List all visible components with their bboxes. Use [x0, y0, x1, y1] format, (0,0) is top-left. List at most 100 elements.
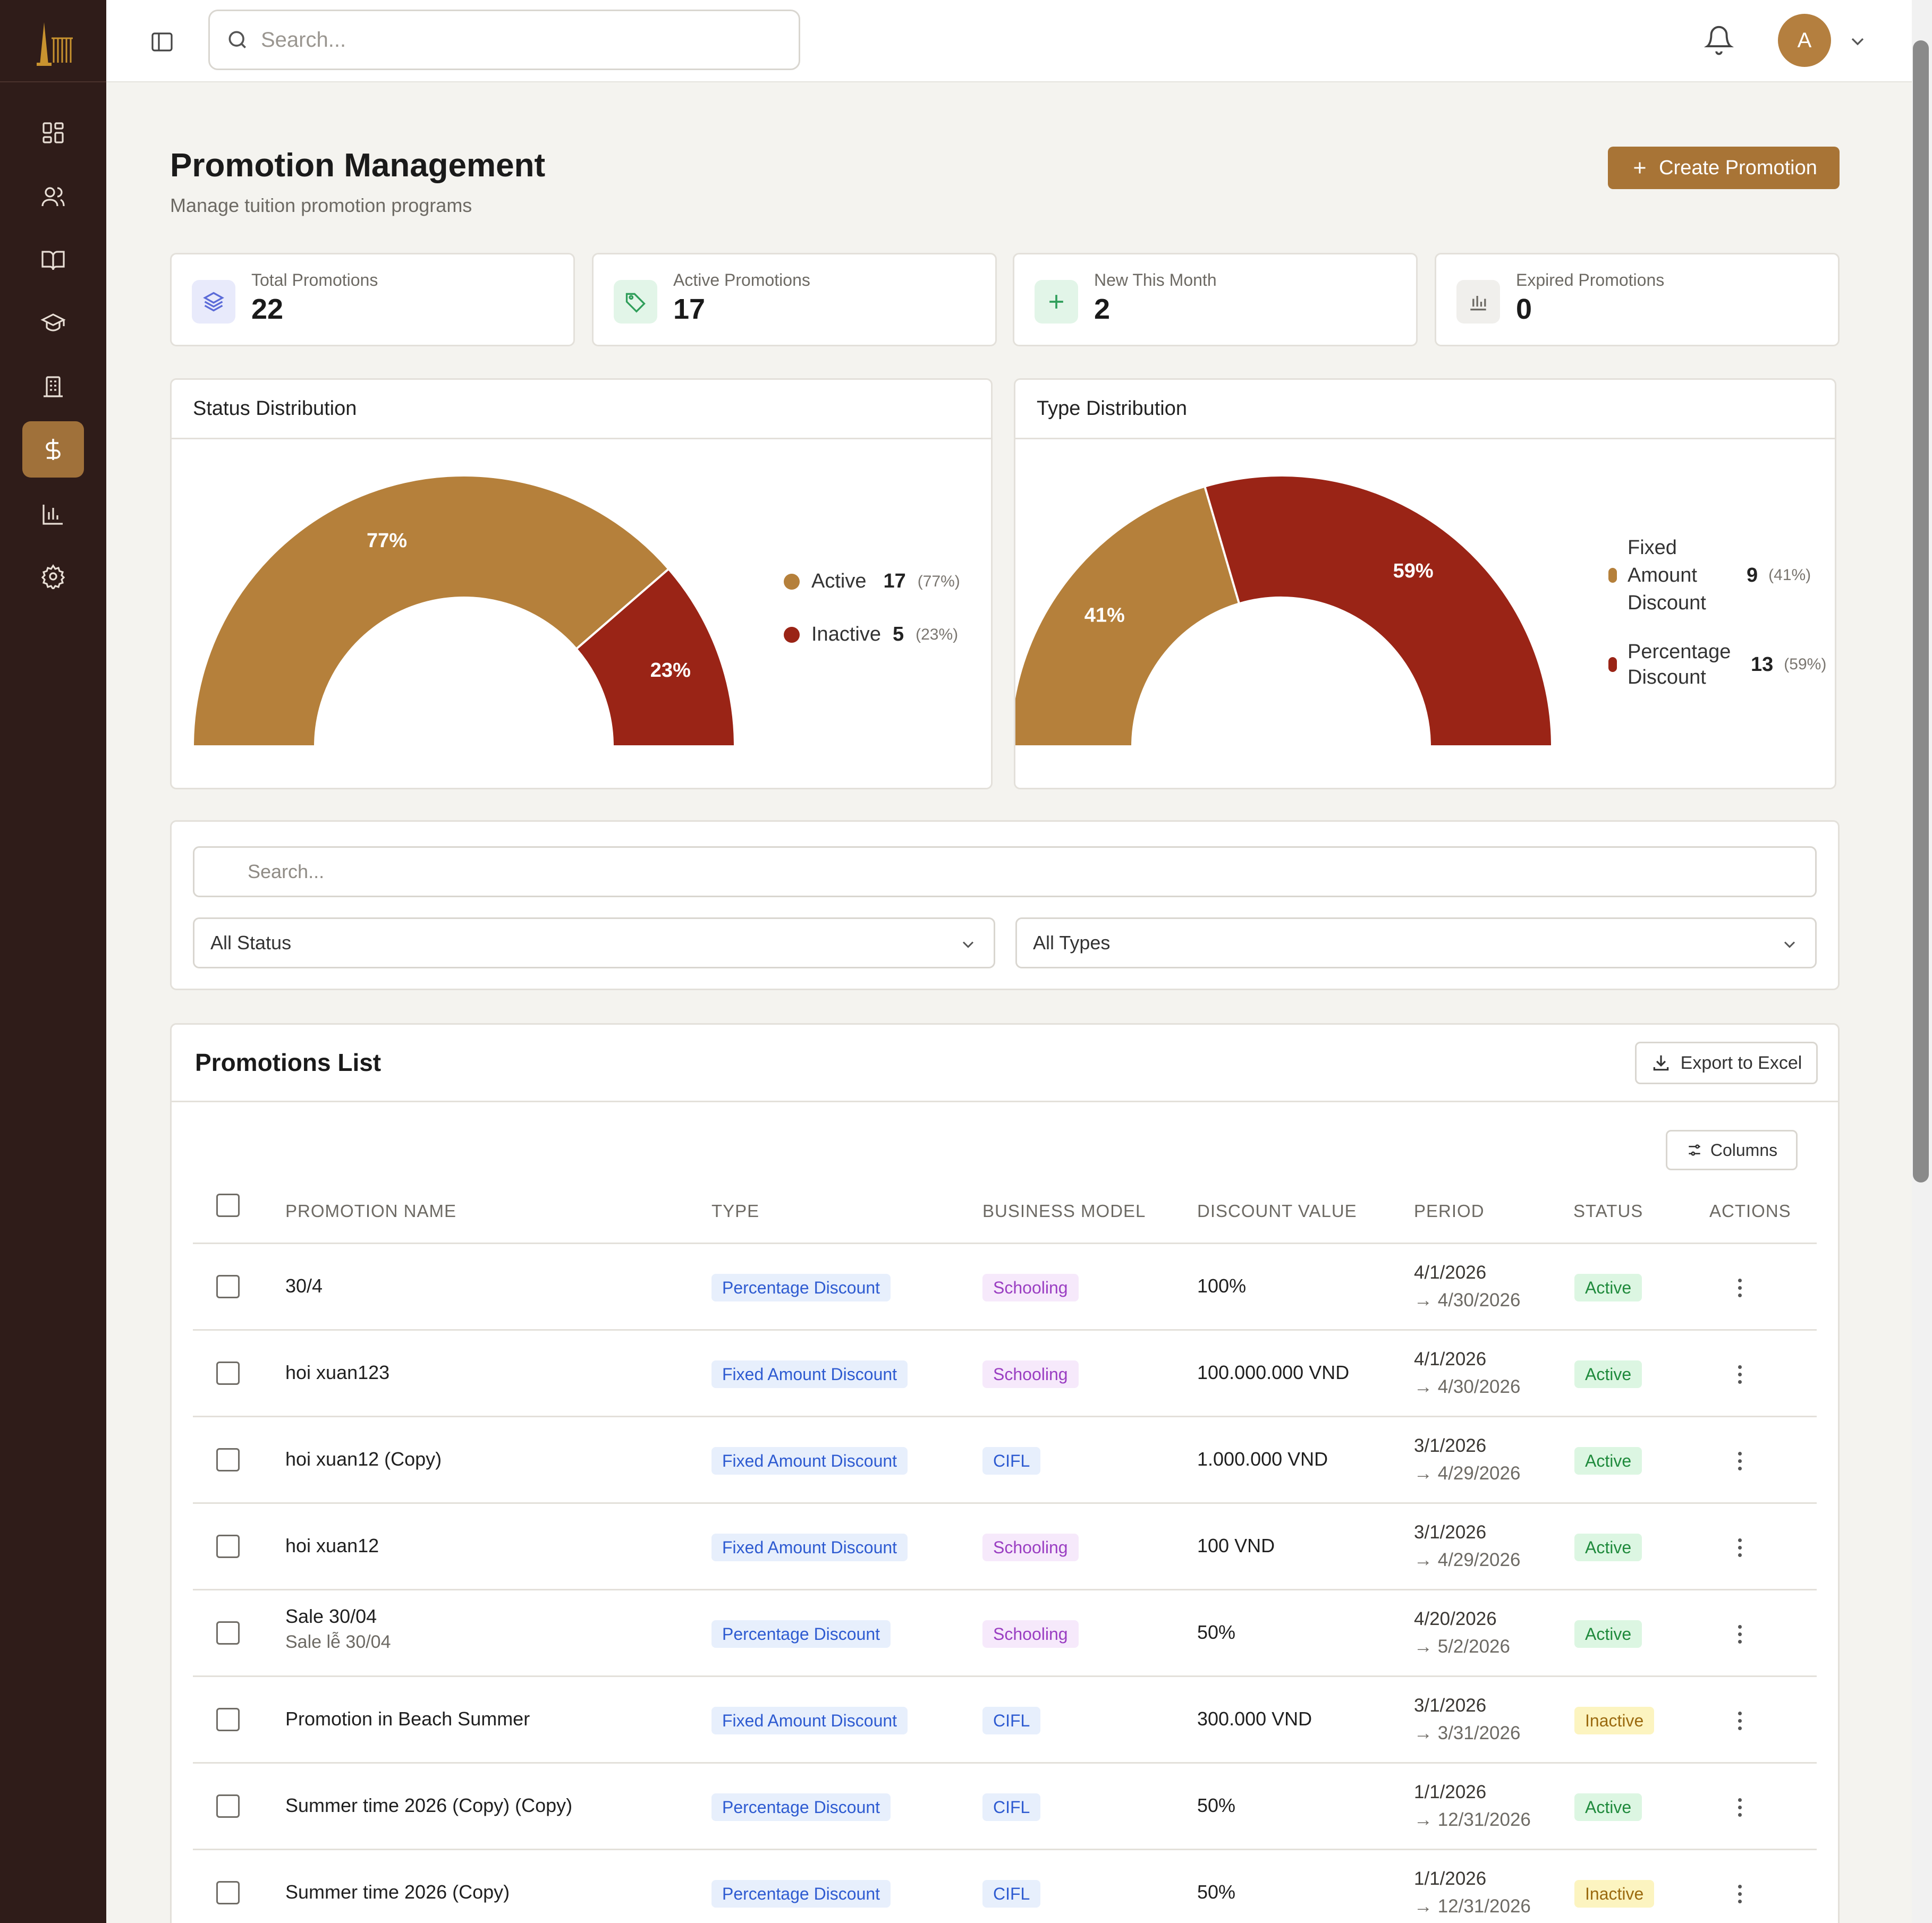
column-header-status[interactable]: STATUS: [1573, 1201, 1643, 1221]
notifications-button[interactable]: [1700, 21, 1738, 58]
avatar[interactable]: A: [1778, 14, 1831, 67]
period-end: → 12/31/2026: [1414, 1896, 1531, 1917]
export-excel-button[interactable]: Export to Excel: [1635, 1042, 1818, 1084]
period-end: → 4/29/2026: [1414, 1463, 1521, 1484]
more-vertical-icon[interactable]: [1732, 1791, 1748, 1823]
row-checkbox[interactable]: [216, 1621, 240, 1645]
create-promotion-label: Create Promotion: [1659, 156, 1817, 179]
column-header-type[interactable]: TYPE: [711, 1201, 759, 1221]
promotions-list-panel: Promotions List Export to Excel Columns …: [170, 1023, 1840, 1923]
sidebar-item-dashboard[interactable]: [22, 105, 84, 161]
row-checkbox[interactable]: [216, 1794, 240, 1818]
columns-label: Columns: [1710, 1140, 1778, 1160]
sidebar-item-students[interactable]: [22, 295, 84, 351]
legend-label: Active: [811, 570, 867, 592]
more-vertical-icon[interactable]: [1732, 1531, 1748, 1563]
gear-icon: [41, 564, 65, 589]
select-all-checkbox[interactable]: [216, 1194, 240, 1217]
sidebar-item-reports[interactable]: [22, 486, 84, 542]
table-row[interactable]: Summer time 2026 (Copy) Percentage Discou…: [193, 1850, 1817, 1923]
period: 4/1/2026 → 4/30/2026: [1414, 1346, 1520, 1401]
sidebar-item-documents[interactable]: [22, 359, 84, 415]
sidebar-item-finance[interactable]: [22, 421, 84, 478]
columns-button[interactable]: Columns: [1666, 1130, 1798, 1170]
slice-fixed-amount-discount[interactable]: [1015, 485, 1241, 747]
panel-left-icon: [151, 32, 173, 52]
sidebar-item-settings[interactable]: [22, 548, 84, 605]
legend-item-fixed[interactable]: Fixed Amount Discount 9 (41%): [1608, 534, 1811, 617]
table-row[interactable]: Summer time 2026 (Copy) (Copy) Percentage…: [193, 1764, 1817, 1850]
column-header-discount-value[interactable]: DISCOUNT VALUE: [1197, 1201, 1357, 1221]
type-filter-select[interactable]: All Types: [1015, 917, 1817, 968]
period-end: → 5/2/2026: [1414, 1636, 1510, 1657]
row-checkbox[interactable]: [216, 1275, 240, 1298]
legend-count: 5: [892, 623, 904, 645]
sidebar-toggle-button[interactable]: [148, 28, 176, 56]
promotion-name: Promotion in Beach Summer: [285, 1708, 530, 1730]
layers-icon: [192, 280, 235, 324]
slice-active[interactable]: [191, 474, 671, 747]
more-vertical-icon[interactable]: [1732, 1272, 1748, 1304]
stat-card-new: New This Month 2: [1013, 253, 1418, 346]
legend-item-inactive[interactable]: Inactive 5 (23%): [784, 623, 958, 646]
more-vertical-icon[interactable]: [1732, 1878, 1748, 1910]
discount-value: 100%: [1197, 1275, 1247, 1297]
more-vertical-icon[interactable]: [1732, 1358, 1748, 1390]
promotion-name-text: Sale 30/04: [285, 1605, 377, 1627]
discount-value: 100.000.000 VND: [1197, 1362, 1350, 1383]
table-row[interactable]: hoi xuan12 (Copy) Fixed Amount Discount CI…: [193, 1417, 1817, 1504]
legend-item-percentage[interactable]: Percentage Discount 13 (59%): [1608, 639, 1826, 690]
row-checkbox[interactable]: [216, 1535, 240, 1558]
legend-item-active[interactable]: Active 17 (77%): [784, 570, 960, 593]
discount-value: 50%: [1197, 1794, 1236, 1816]
legend-count: 9: [1747, 564, 1758, 586]
column-header-name[interactable]: PROMOTION NAME: [285, 1201, 456, 1221]
period-start: 3/1/2026: [1414, 1695, 1487, 1716]
row-checkbox[interactable]: [216, 1448, 240, 1471]
more-vertical-icon[interactable]: [1732, 1705, 1748, 1737]
business-model-badge: Schooling: [982, 1620, 1079, 1648]
row-checkbox[interactable]: [216, 1708, 240, 1731]
table-row[interactable]: 30/4 Percentage Discount Schooling 100% 4/1/…: [193, 1244, 1817, 1331]
chevron-down-icon[interactable]: [1847, 31, 1868, 52]
sidebar-item-courses[interactable]: [22, 232, 84, 288]
stat-card-active: Active Promotions 17: [592, 253, 997, 346]
more-vertical-icon[interactable]: [1732, 1618, 1748, 1650]
create-promotion-button[interactable]: Create Promotion: [1608, 147, 1840, 189]
table-row[interactable]: hoi xuan123 Fixed Amount Discount Schoolin…: [193, 1331, 1817, 1417]
column-header-period[interactable]: PERIOD: [1414, 1201, 1485, 1221]
logo[interactable]: [0, 0, 106, 82]
column-header-business-model[interactable]: BUSINESS MODEL: [982, 1201, 1146, 1221]
table-row[interactable]: Promotion in Beach Summer Fixed Amount Di…: [193, 1677, 1817, 1764]
legend-swatch: [1608, 657, 1617, 672]
chevron-down-icon: [962, 941, 974, 948]
period-start: 1/1/2026: [1414, 1868, 1487, 1889]
promotion-search-input[interactable]: [193, 846, 1817, 897]
stat-value: 0: [1516, 293, 1532, 325]
more-vertical-icon[interactable]: [1732, 1445, 1748, 1477]
status-badge: Active: [1574, 1447, 1642, 1475]
table-row[interactable]: Sale 30/04 Sale lễ 30/04 Percentage Discou…: [193, 1590, 1817, 1677]
row-checkbox[interactable]: [216, 1881, 240, 1904]
legend-swatch: [784, 626, 800, 643]
stat-card-expired: Expired Promotions 0: [1435, 253, 1840, 346]
status-badge: Active: [1574, 1274, 1642, 1301]
legend-label: Percentage Discount: [1628, 641, 1731, 688]
type-badge: Percentage Discount: [711, 1620, 891, 1648]
sliders-icon: [1689, 1144, 1700, 1156]
status-filter-select[interactable]: All Status: [193, 917, 995, 968]
status-filter-value: All Status: [210, 932, 292, 954]
row-checkbox[interactable]: [216, 1362, 240, 1385]
promotion-name-text: Promotion in Beach Summer: [285, 1708, 530, 1730]
business-model-badge: Schooling: [982, 1274, 1079, 1301]
table-row[interactable]: hoi xuan12 Fixed Amount Discount Schooling…: [193, 1504, 1817, 1590]
book-open-icon: [41, 251, 65, 270]
export-excel-label: Export to Excel: [1680, 1052, 1802, 1073]
slice-percentage-discount[interactable]: [1203, 474, 1554, 747]
tag-icon: [614, 280, 657, 324]
scrollbar-thumb[interactable]: [1913, 40, 1929, 1182]
sidebar-item-users[interactable]: [22, 168, 84, 225]
period-start: 3/1/2026: [1414, 1435, 1487, 1456]
global-search-input[interactable]: [261, 28, 739, 52]
global-search[interactable]: [208, 10, 800, 70]
